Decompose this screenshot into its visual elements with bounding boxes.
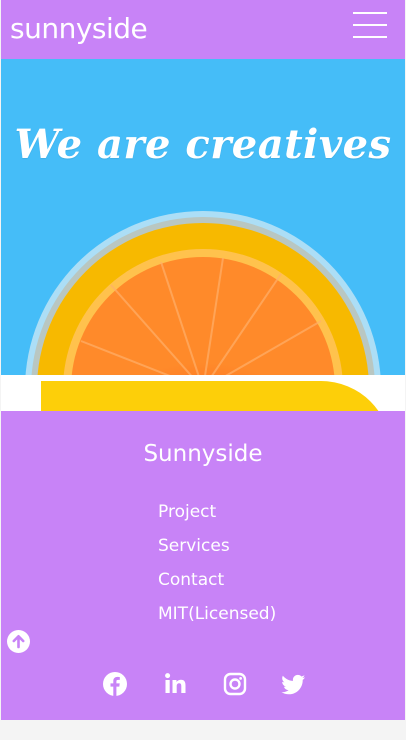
arrow-up-circle-icon[interactable] bbox=[7, 630, 30, 653]
yellow-shape bbox=[41, 381, 391, 411]
instagram-icon[interactable] bbox=[222, 671, 248, 697]
site-logo[interactable]: sunnyside bbox=[10, 12, 148, 45]
orange-slice-image bbox=[25, 211, 381, 375]
menu-bar bbox=[353, 24, 387, 26]
menu-bar bbox=[353, 36, 387, 38]
decorative-band bbox=[1, 375, 405, 411]
site-header: sunnyside bbox=[1, 0, 405, 59]
footer-link-project[interactable]: Project bbox=[158, 500, 276, 534]
footer-link-license[interactable]: MIT(Licensed) bbox=[158, 602, 276, 636]
facebook-icon[interactable] bbox=[102, 671, 128, 697]
site-footer: Sunnyside Project Services Contact MIT(L… bbox=[1, 411, 405, 720]
footer-link-services[interactable]: Services bbox=[158, 534, 276, 568]
footer-nav: Project Services Contact MIT(Licensed) bbox=[158, 500, 276, 636]
hamburger-menu-icon[interactable] bbox=[353, 12, 387, 38]
menu-bar bbox=[353, 12, 387, 14]
hero-section: We are creatives bbox=[1, 59, 405, 375]
footer-title: Sunnyside bbox=[143, 441, 263, 467]
page: sunnyside We are creatives Sunnyside Pro… bbox=[1, 0, 405, 720]
hero-heading: We are creatives bbox=[14, 121, 392, 168]
linkedin-icon[interactable] bbox=[163, 671, 189, 697]
twitter-icon[interactable] bbox=[281, 671, 307, 697]
footer-link-contact[interactable]: Contact bbox=[158, 568, 276, 602]
